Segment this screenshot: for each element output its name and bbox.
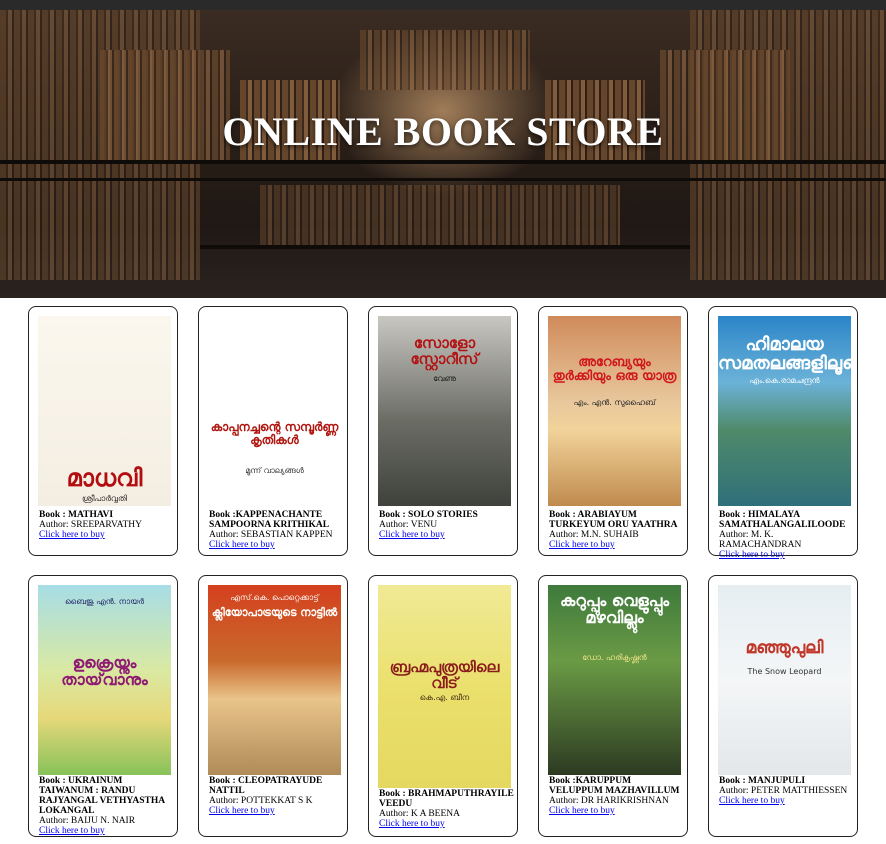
book-title: Book : UKRAINUM TAIWANUM : RANDU RAJYANG… [39,776,165,816]
book-cover-image: ഹിമാലയ സമതലങ്ങളിലൂടെ എം.കെ.രാമചന്ദ്രൻ [718,316,851,506]
book-cover-image: കാപ്പനച്ചന്റെ സമ്പൂർണ്ണ കൃതികൾ മൂന്ന് വാല… [208,316,341,506]
cover-author: ഡോ. ഹരികൃഷ്ണൻ [582,653,647,662]
cover-title: സോളോ സ്റ്റോറീസ് [410,334,479,368]
book-info: Book : MANJUPULI Author: PETER MATTHIESSE… [719,776,857,806]
book-cover-image: മഞ്ഞുപുലി The Snow Leopard [718,585,851,775]
cover-title: മഞ്ഞുപുലി [745,638,824,658]
cover-title: മാധവി [66,464,143,492]
book-info: Book : ARABIAYUM TURKEYUM ORU YAATHRA Aut… [549,510,687,550]
book-card: അറേബ്യയും തുർക്കിയും ഒരു യാത്ര എം. എൻ. സു… [538,306,688,556]
cover-author: മൂന്ന് വാല്യങ്ങൾ [245,466,304,475]
buy-link[interactable]: Click here to buy [379,530,445,540]
book-cover-image: സോളോ സ്റ്റോറീസ് വേണു [378,316,511,506]
buy-link[interactable]: Click here to buy [39,826,105,836]
book-author: Author: K A BEENA [379,809,461,819]
book-info: Book : UKRAINUM TAIWANUM : RANDU RAJYANG… [39,776,177,836]
book-info: Book : CLEOPATRAYUDE NATTIL Author: POTTE… [209,776,347,816]
book-cover-image: ക്ലിയോപാട്രയുടെ നാട്ടിൽ എസ്.കെ. പൊറ്റെക്ക… [208,585,341,775]
top-bar [0,0,886,10]
book-info: Book : MATHAVI Author: SREEPARVATHY Click … [39,510,177,540]
book-cover-image: കറുപ്പും വെളുപ്പും മഴവില്ലും ഡോ. ഹരികൃഷ്ണ… [548,585,681,775]
book-author: Author: BAIJU N. NAIR [39,816,136,826]
book-author: Author: DR HARIKRISHNAN [549,796,669,806]
book-author: Author: VENU [379,520,438,530]
book-card: ഉക്രെയ്നും തായ്‌വാനും ബൈജു എൻ. നായർ Book :… [28,575,178,837]
hero-banner: ONLINE BOOK STORE [0,10,886,298]
cover-title: അറേബ്യയും തുർക്കിയും ഒരു യാത്ര [552,355,677,384]
cover-author: ബൈജു എൻ. നായർ [64,597,145,606]
book-cover-image: ബ്രഹ്മപുത്രയിലെ വീട് കെ.എ. ബീന [378,585,511,788]
cover-title: ഉക്രെയ്നും തായ്‌വാനും [61,653,148,689]
book-card: കാപ്പനച്ചന്റെ സമ്പൂർണ്ണ കൃതികൾ മൂന്ന് വാല… [198,306,348,556]
book-title: Book : ARABIAYUM TURKEYUM ORU YAATHRA [549,510,678,530]
book-author: Author: M. K. RAMACHANDRAN [719,530,802,550]
buy-link[interactable]: Click here to buy [379,819,445,829]
book-author: Author: POTTEKKAT S K [209,796,313,806]
buy-link[interactable]: Click here to buy [549,806,615,816]
cover-author: വേണു [433,374,456,383]
book-cover-image: ഉക്രെയ്നും തായ്‌വാനും ബൈജു എൻ. നായർ [38,585,171,775]
book-info: Book : HIMALAYA SAMATHALANGALILOODE Autho… [719,510,857,560]
cover-title: ബ്രഹ്മപുത്രയിലെ വീട് [389,658,500,692]
cover-author: ശ്രീപാർവ്വതി [82,494,127,503]
book-title: Book : BRAHMAPUTHRAYILE VEEDU [379,789,514,809]
buy-link[interactable]: Click here to buy [719,796,785,806]
book-card: മാധവി ശ്രീപാർവ്വതി Book : MATHAVI Author: S… [28,306,178,556]
cover-author: എം.കെ.രാമചന്ദ്രൻ [749,376,820,385]
book-info: Book :KAPPENACHANTE SAMPOORNA KRITHIKAL A… [209,510,347,550]
book-title: Book : MANJUPULI [719,776,806,786]
book-card: ബ്രഹ്മപുത്രയിലെ വീട് കെ.എ. ബീന Book : BRAH… [368,575,518,837]
cover-title: ഹിമാലയ സമതലങ്ങളിലൂടെ [718,334,851,374]
book-card: കറുപ്പും വെളുപ്പും മഴവില്ലും ഡോ. ഹരികൃഷ്ണ… [538,575,688,837]
book-card: ക്ലിയോപാട്രയുടെ നാട്ടിൽ എസ്.കെ. പൊറ്റെക്ക… [198,575,348,837]
book-card: സോളോ സ്റ്റോറീസ് വേണു Book : SOLO STORIES Au… [368,306,518,556]
book-card: മഞ്ഞുപുലി The Snow Leopard Book : MANJUPUL… [708,575,858,837]
book-card: ഹിമാലയ സമതലങ്ങളിലൂടെ എം.കെ.രാമചന്ദ്രൻ Book… [708,306,858,560]
buy-link[interactable]: Click here to buy [719,550,785,560]
book-title: Book : CLEOPATRAYUDE NATTIL [209,776,323,796]
book-author: Author: SREEPARVATHY [39,520,142,530]
book-info: Book : BRAHMAPUTHRAYILE VEEDU Author: K A… [379,789,517,829]
cover-title: ക്ലിയോപാട്രയുടെ നാട്ടിൽ [211,606,338,619]
cover-author: എസ്.കെ. പൊറ്റെക്കാട്ട് [230,593,319,602]
book-title: Book : HIMALAYA SAMATHALANGALILOODE [719,510,846,530]
cover-author: The Snow Leopard [747,667,822,676]
book-cover-image: അറേബ്യയും തുർക്കിയും ഒരു യാത്ര എം. എൻ. സു… [548,316,681,506]
book-cover-image: മാധവി ശ്രീപാർവ്വതി [38,316,171,506]
book-title: Book :KARUPPUM VELUPPUM MAZHAVILLUM [549,776,680,796]
book-title: Book : MATHAVI [39,510,114,520]
buy-link[interactable]: Click here to buy [209,540,275,550]
book-title: Book : SOLO STORIES [379,510,478,520]
cover-author: എം. എൻ. സുഹൈബ് [573,398,656,407]
buy-link[interactable]: Click here to buy [209,806,275,816]
book-info: Book : SOLO STORIES Author: VENU Click her… [379,510,517,540]
book-title: Book :KAPPENACHANTE SAMPOORNA KRITHIKAL [209,510,330,530]
buy-link[interactable]: Click here to buy [39,530,105,540]
book-author: Author: PETER MATTHIESSEN [719,786,848,796]
book-author: Author: SEBASTIAN KAPPEN [209,530,333,540]
cover-author: കെ.എ. ബീന [419,693,470,702]
page-title: ONLINE BOOK STORE [222,109,664,154]
cover-title: കറുപ്പും വെളുപ്പും മഴവില്ലും [559,591,670,627]
cover-title: കാപ്പനച്ചന്റെ സമ്പൂർണ്ണ കൃതികൾ [210,420,339,447]
buy-link[interactable]: Click here to buy [549,540,615,550]
book-info: Book :KARUPPUM VELUPPUM MAZHAVILLUM Autho… [549,776,687,816]
book-author: Author: M.N. SUHAIB [549,530,639,540]
